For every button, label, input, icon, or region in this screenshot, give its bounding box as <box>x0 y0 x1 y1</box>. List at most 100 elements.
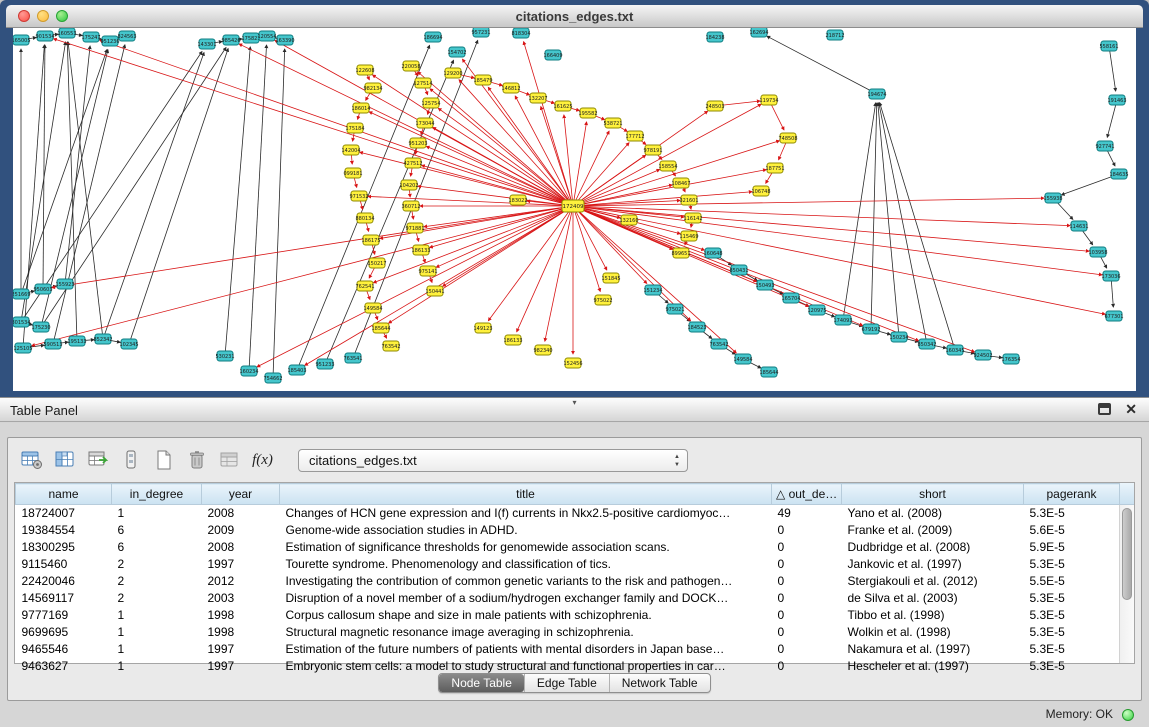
table-cell[interactable]: 5.3E-5 <box>1024 607 1120 624</box>
graph-node[interactable]: 360712 <box>401 201 420 211</box>
graph-node[interactable]: 183022 <box>508 195 527 205</box>
table-cell[interactable]: 1 <box>112 624 202 641</box>
graph-node[interactable]: 763542 <box>381 341 400 351</box>
table-cell[interactable]: 2 <box>112 590 202 607</box>
graph-node[interactable]: 748508 <box>778 133 797 143</box>
close-panel-icon[interactable]: ✕ <box>1125 402 1137 416</box>
graph-node[interactable]: 176354 <box>1001 354 1020 364</box>
show-columns-button[interactable] <box>51 447 78 474</box>
table-cell[interactable]: 5.3E-5 <box>1024 505 1120 522</box>
table-cell[interactable]: Investigating the contribution of common… <box>280 573 772 590</box>
graph-node[interactable]: 165704 <box>781 293 800 303</box>
graph-node[interactable]: 172409 <box>562 200 584 212</box>
graph-node[interactable]: 150441 <box>425 286 444 296</box>
panel-splitter-handle[interactable]: ▾ <box>572 399 576 407</box>
table-cell[interactable]: 0 <box>772 522 842 539</box>
graph-node[interactable]: 763541 <box>343 353 362 363</box>
column-header-pagerank[interactable]: pagerank <box>1024 484 1120 505</box>
table-cell[interactable]: 5.3E-5 <box>1024 624 1120 641</box>
table-cell[interactable]: 6 <box>112 522 202 539</box>
graph-node[interactable]: 901534 <box>35 31 54 41</box>
table-row[interactable]: 1830029562008Estimation of significance … <box>16 539 1120 556</box>
graph-node[interactable]: 850431 <box>729 265 748 275</box>
table-row[interactable]: 1872400712008Changes of HCN gene express… <box>16 505 1120 522</box>
graph-node[interactable]: 129200 <box>443 68 462 78</box>
graph-node[interactable]: 175184 <box>345 123 364 133</box>
graph-node[interactable]: 951233 <box>315 359 334 369</box>
table-cell[interactable]: 9465546 <box>16 641 112 658</box>
graph-node[interactable]: 186694 <box>423 32 442 42</box>
table-cell[interactable]: 2003 <box>202 590 280 607</box>
graph-node[interactable]: 149123 <box>473 323 492 333</box>
graph-node[interactable]: 951203 <box>408 138 427 148</box>
graph-node[interactable]: 142004 <box>341 145 360 155</box>
graph-node[interactable]: 321601 <box>679 195 698 205</box>
graph-node[interactable]: 158554 <box>658 161 677 171</box>
graph-node[interactable]: 166409 <box>543 50 562 60</box>
graph-node[interactable]: 220058 <box>401 61 420 71</box>
table-cell[interactable]: Structural magnetic resonance image aver… <box>280 624 772 641</box>
column-chooser-button[interactable] <box>117 447 144 474</box>
graph-node[interactable]: 975021 <box>665 304 684 314</box>
graph-node[interactable]: 120975 <box>807 305 826 315</box>
graph-node[interactable]: 184635 <box>1109 169 1128 179</box>
function-builder-button[interactable]: f(x) <box>249 447 276 474</box>
table-cell[interactable]: 1997 <box>202 658 280 675</box>
delete-table-button[interactable] <box>183 447 210 474</box>
graph-node[interactable]: 971881 <box>405 223 424 233</box>
graph-node[interactable]: 427512 <box>403 158 422 168</box>
float-panel-icon[interactable] <box>1098 403 1111 415</box>
table-cell[interactable]: 18300295 <box>16 539 112 556</box>
graph-node[interactable]: 186133 <box>411 245 430 255</box>
table-cell[interactable]: 0 <box>772 658 842 675</box>
graph-node[interactable]: 099181 <box>343 168 362 178</box>
graph-node[interactable]: 103958 <box>1088 247 1107 257</box>
table-cell[interactable]: Wolkin et al. (1998) <box>842 624 1024 641</box>
table-cell[interactable]: Corpus callosum shape and size in male p… <box>280 607 772 624</box>
import-table-button[interactable] <box>84 447 111 474</box>
table-cell[interactable]: 5.5E-5 <box>1024 573 1120 590</box>
table-cell[interactable]: 9115460 <box>16 556 112 573</box>
table-cell[interactable]: 5.3E-5 <box>1024 641 1120 658</box>
table-cell[interactable]: 0 <box>772 607 842 624</box>
table-cell[interactable]: 0 <box>772 641 842 658</box>
graph-node[interactable]: 160648 <box>703 248 722 258</box>
graph-node[interactable]: 149584 <box>733 354 752 364</box>
table-cell[interactable]: 49 <box>772 505 842 522</box>
graph-node[interactable]: 978191 <box>643 145 662 155</box>
table-cell[interactable]: Tibbo et al. (1998) <box>842 607 1024 624</box>
minimize-window-button[interactable] <box>37 10 49 22</box>
graph-node[interactable]: 985426 <box>221 35 240 45</box>
graph-node[interactable]: 558161 <box>1099 41 1118 51</box>
vertical-scrollbar[interactable] <box>1119 505 1134 663</box>
graph-node[interactable]: 175247 <box>81 32 100 42</box>
table-cell[interactable]: 1998 <box>202 624 280 641</box>
graph-node[interactable]: 114631 <box>1069 221 1088 231</box>
graph-node[interactable]: 754662 <box>263 373 282 383</box>
graph-node[interactable]: 186014 <box>351 103 370 113</box>
table-cell[interactable]: 1 <box>112 641 202 658</box>
graph-node[interactable]: 175230 <box>31 322 50 332</box>
graph-node[interactable]: 185644 <box>759 367 778 377</box>
table-cell[interactable]: Embryonic stem cells: a model to study s… <box>280 658 772 675</box>
table-options-button[interactable] <box>216 447 243 474</box>
graph-node[interactable]: 975141 <box>418 266 437 276</box>
graph-node[interactable]: 150234 <box>889 332 908 342</box>
table-cell[interactable]: 5.3E-5 <box>1024 556 1120 573</box>
table-cell[interactable]: Estimation of the future numbers of pati… <box>280 641 772 658</box>
graph-node[interactable]: 104202 <box>399 180 418 190</box>
table-mode-button[interactable] <box>18 447 45 474</box>
graph-node[interactable]: 982134 <box>363 83 382 93</box>
table-cell[interactable]: 5.3E-5 <box>1024 590 1120 607</box>
graph-node[interactable]: 187751 <box>765 163 784 173</box>
graph-node[interactable]: 186175 <box>361 235 380 245</box>
graph-node[interactable]: 173036 <box>1101 271 1120 281</box>
zoom-window-button[interactable] <box>56 10 68 22</box>
graph-node[interactable]: 248503 <box>705 101 724 111</box>
graph-node[interactable]: 763542 <box>709 339 728 349</box>
table-cell[interactable]: Disruption of a novel member of a sodium… <box>280 590 772 607</box>
table-cell[interactable]: Stergiakouli et al. (2012) <box>842 573 1024 590</box>
graph-node[interactable]: 251669 <box>13 289 31 299</box>
table-select-dropdown[interactable]: citations_edges.txt ▲▼ <box>298 449 688 472</box>
graph-node[interactable]: 143301 <box>197 39 216 49</box>
